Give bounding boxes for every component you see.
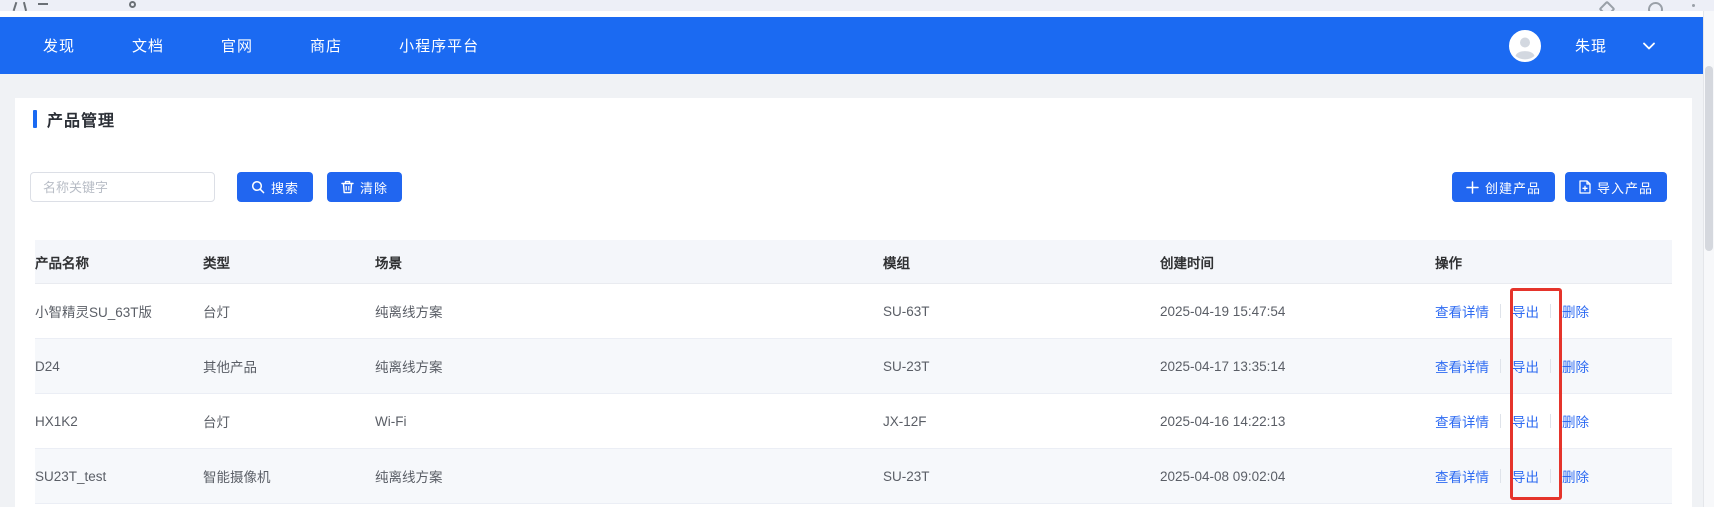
- create-product-button[interactable]: 创建产品: [1451, 172, 1555, 202]
- chrome-bookmark-icon: [1598, 0, 1616, 11]
- nav-item-store[interactable]: 商店: [310, 35, 342, 56]
- column-header-actions: 操作: [1435, 255, 1462, 271]
- cell-created-time: 2025-04-17 13:35:14: [1160, 358, 1286, 374]
- export-link[interactable]: 导出: [1512, 466, 1539, 486]
- action-divider: [1500, 359, 1501, 373]
- create-product-label: 创建产品: [1484, 180, 1541, 196]
- table-action-buttons: 创建产品 导入产品: [1451, 172, 1667, 202]
- search-icon: [251, 180, 265, 194]
- nav-item-official-site[interactable]: 官网: [221, 35, 253, 56]
- view-details-link[interactable]: 查看详情: [1435, 301, 1489, 321]
- action-divider: [1550, 469, 1551, 483]
- cell-scene: Wi-Fi: [375, 413, 407, 429]
- clear-button[interactable]: 清除: [327, 172, 403, 202]
- chrome-menu-icon: [1692, 4, 1695, 7]
- export-link[interactable]: 导出: [1512, 301, 1539, 321]
- cell-product-name: SU23T_test: [35, 468, 107, 484]
- search-button-label: 搜索: [271, 180, 300, 196]
- vertical-scrollbar[interactable]: [1703, 11, 1714, 507]
- product-management-card: 产品管理 搜索 清除: [15, 98, 1692, 507]
- delete-link[interactable]: 删除: [1562, 301, 1589, 321]
- import-product-label: 导入产品: [1596, 180, 1653, 196]
- column-header-product-name: 产品名称: [35, 255, 89, 271]
- cell-actions: 查看详情 导出 删除: [1435, 356, 1672, 376]
- action-divider: [1550, 414, 1551, 428]
- delete-link[interactable]: 删除: [1562, 466, 1589, 486]
- column-header-created-time: 创建时间: [1160, 255, 1214, 271]
- cell-type: 其他产品: [203, 360, 257, 375]
- cell-scene: 纯离线方案: [375, 470, 443, 485]
- column-header-scene: 场景: [375, 255, 402, 271]
- cell-created-time: 2025-04-19 15:47:54: [1160, 303, 1286, 319]
- scrollbar-thumb[interactable]: [1705, 66, 1713, 251]
- cell-created-time: 2025-04-08 09:02:04: [1160, 468, 1286, 484]
- cell-module: SU-63T: [883, 303, 930, 319]
- export-link[interactable]: 导出: [1512, 356, 1539, 376]
- products-table: 产品名称 类型 场景 模组 创建时间 操作 小智精灵SU_63T版 台灯 纯离线…: [35, 240, 1672, 504]
- cell-scene: 纯离线方案: [375, 305, 443, 320]
- chrome-profile-icon: [1648, 2, 1663, 11]
- user-avatar-icon[interactable]: [1508, 29, 1541, 62]
- cell-module: JX-12F: [883, 413, 927, 429]
- filter-toolbar: 搜索 清除 创建产品: [30, 172, 1667, 202]
- nav-item-docs[interactable]: 文档: [132, 35, 164, 56]
- view-details-link[interactable]: 查看详情: [1435, 411, 1489, 431]
- table-row: HX1K2 台灯 Wi-Fi JX-12F 2025-04-16 14:22:1…: [35, 394, 1672, 449]
- action-divider: [1550, 359, 1551, 373]
- user-name[interactable]: 朱琨: [1575, 35, 1607, 56]
- chevron-down-icon[interactable]: [1641, 38, 1657, 54]
- chrome-text-fragment: [12, 1, 18, 11]
- trash-icon: [341, 180, 354, 194]
- cell-product-name: 小智精灵SU_63T版: [35, 305, 153, 320]
- cell-type: 台灯: [203, 415, 230, 430]
- cell-product-name: HX1K2: [35, 413, 78, 429]
- column-header-type: 类型: [203, 255, 230, 271]
- top-navbar: 发现 文档 官网 商店 小程序平台 朱琨: [0, 17, 1705, 74]
- page-header: 产品管理: [33, 108, 1692, 130]
- cell-type: 台灯: [203, 305, 230, 320]
- clear-button-label: 清除: [360, 180, 389, 196]
- chrome-text-fragment: [38, 3, 48, 5]
- chrome-text-fragment: [22, 1, 28, 11]
- table-header-row: 产品名称 类型 场景 模组 创建时间 操作: [35, 240, 1672, 284]
- table-row: D24 其他产品 纯离线方案 SU-23T 2025-04-17 13:35:1…: [35, 339, 1672, 394]
- plus-icon: [1466, 180, 1479, 194]
- table-row: SU23T_test 智能摄像机 纯离线方案 SU-23T 2025-04-08…: [35, 449, 1672, 504]
- cell-scene: 纯离线方案: [375, 360, 443, 375]
- view-details-link[interactable]: 查看详情: [1435, 466, 1489, 486]
- cell-created-time: 2025-04-16 14:22:13: [1160, 413, 1286, 429]
- keyword-search-input[interactable]: [30, 172, 215, 202]
- action-divider: [1500, 304, 1501, 318]
- action-divider: [1550, 304, 1551, 318]
- cell-module: SU-23T: [883, 468, 930, 484]
- nav-item-miniprogram-platform[interactable]: 小程序平台: [399, 35, 479, 56]
- import-file-icon: [1579, 180, 1591, 194]
- cell-product-name: D24: [35, 358, 60, 374]
- browser-chrome-strip: [0, 0, 1714, 11]
- view-details-link[interactable]: 查看详情: [1435, 356, 1489, 376]
- action-divider: [1500, 469, 1501, 483]
- nav-menu: 发现 文档 官网 商店 小程序平台: [0, 35, 536, 56]
- search-button[interactable]: 搜索: [237, 172, 314, 202]
- cell-actions: 查看详情 导出 删除: [1435, 411, 1672, 431]
- action-divider: [1500, 414, 1501, 428]
- cell-actions: 查看详情 导出 删除: [1435, 466, 1672, 486]
- cell-type: 智能摄像机: [203, 470, 271, 485]
- delete-link[interactable]: 删除: [1562, 356, 1589, 376]
- export-link[interactable]: 导出: [1512, 411, 1539, 431]
- user-menu[interactable]: 朱琨: [1508, 17, 1657, 74]
- column-header-module: 模组: [883, 255, 910, 271]
- nav-item-discover[interactable]: 发现: [43, 35, 75, 56]
- title-accent-bar: [33, 110, 37, 128]
- delete-link[interactable]: 删除: [1562, 411, 1589, 431]
- cell-actions: 查看详情 导出 删除: [1435, 301, 1672, 321]
- import-product-button[interactable]: 导入产品: [1564, 172, 1667, 202]
- chrome-text-fragment: [129, 1, 136, 8]
- cell-module: SU-23T: [883, 358, 930, 374]
- table-row: 小智精灵SU_63T版 台灯 纯离线方案 SU-63T 2025-04-19 1…: [35, 284, 1672, 339]
- page-title: 产品管理: [47, 113, 116, 130]
